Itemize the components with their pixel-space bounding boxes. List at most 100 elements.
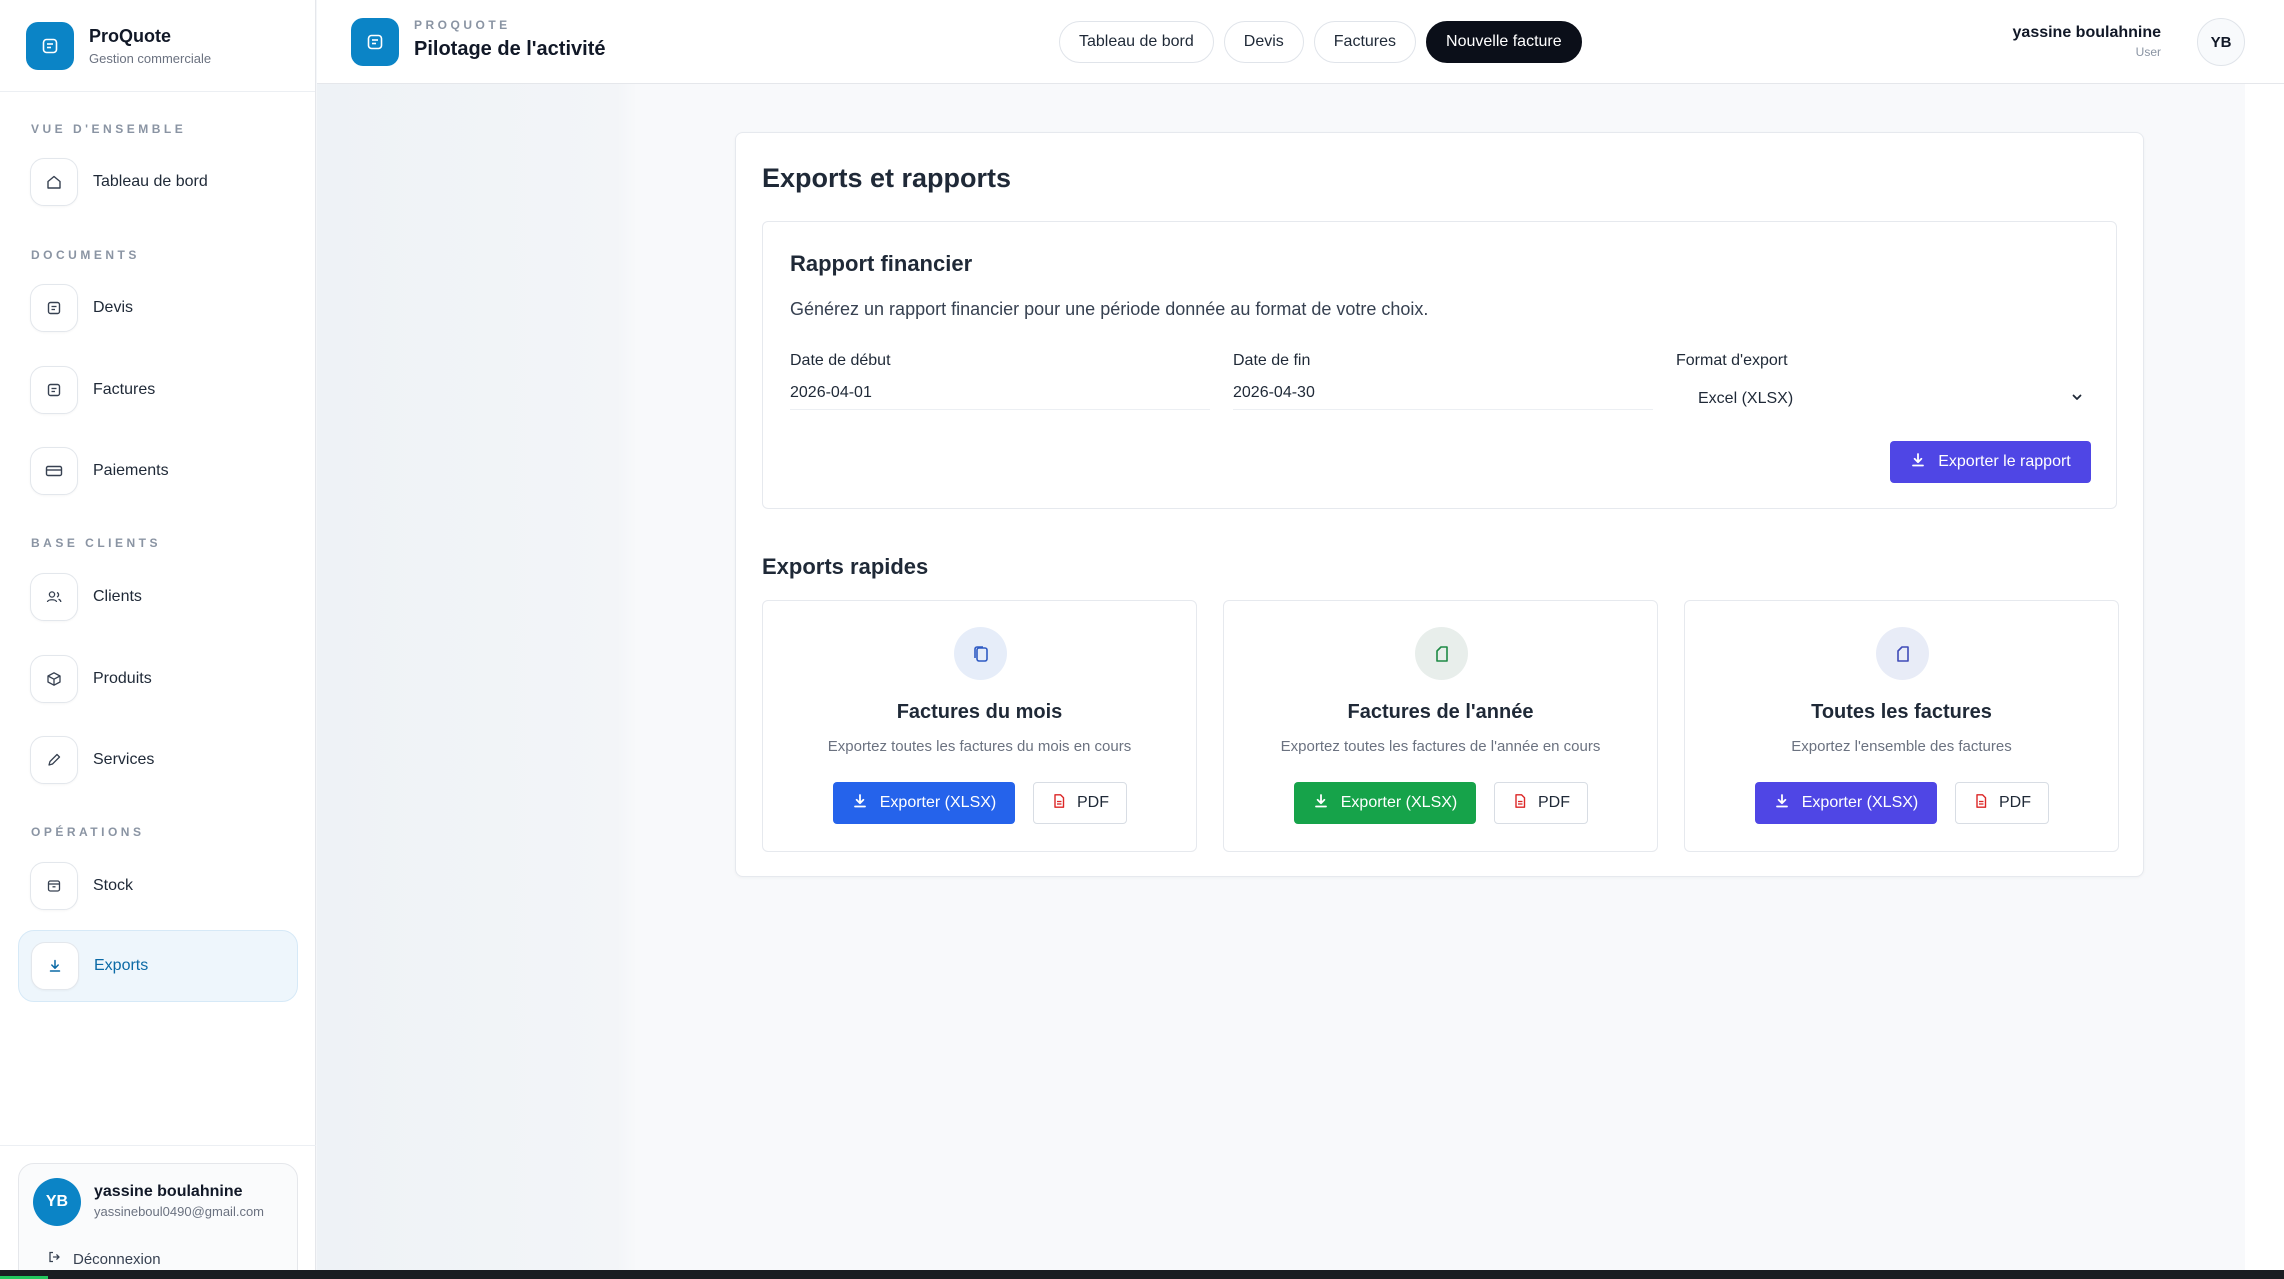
logout-label: Déconnexion: [73, 1250, 161, 1268]
sidebar-item-label: Clients: [93, 588, 142, 605]
quick-export-card-month: Factures du mois Exportez toutes les fac…: [762, 600, 1197, 852]
format-select[interactable]: Excel (XLSX): [1681, 380, 2101, 418]
user-card: YB yassine boulahnine yassineboul0490@gm…: [18, 1163, 298, 1279]
export-xlsx-button[interactable]: Exporter (XLSX): [1294, 782, 1476, 824]
quick-export-card-year: Factures de l'année Exportez toutes les …: [1223, 600, 1658, 852]
header-user-role: User: [2135, 45, 2161, 59]
sidebar-item-exports[interactable]: Exports: [18, 930, 298, 1002]
export-pdf-button[interactable]: PDF: [1494, 782, 1588, 824]
sidebar: ProQuote Gestion commerciale VUE D'ENSEM…: [0, 0, 316, 1279]
card-title: Factures du mois: [896, 701, 1063, 723]
card-title: Toutes les factures: [1811, 701, 1992, 723]
taskbar: [0, 1270, 2284, 1279]
exports-panel: Exports et rapports Rapport financier Gé…: [735, 132, 2144, 877]
brand[interactable]: ProQuote Gestion commerciale: [0, 0, 315, 92]
home-icon: [30, 158, 78, 206]
export-pdf-button[interactable]: PDF: [1033, 782, 1127, 824]
files-icon: [954, 627, 1007, 680]
sidebar-item-devis[interactable]: Devis: [18, 272, 298, 344]
download-icon: [31, 942, 79, 990]
section-label-operations: OPÉRATIONS: [31, 825, 145, 839]
section-label-documents: DOCUMENTS: [31, 248, 140, 262]
chevron-down-icon: [2071, 390, 2083, 408]
avatar: YB: [33, 1178, 81, 1226]
sidebar-item-factures[interactable]: Factures: [18, 354, 298, 426]
credit-card-icon: [30, 447, 78, 495]
sidebar-item-dashboard[interactable]: Tableau de bord: [18, 146, 298, 218]
sidebar-item-clients[interactable]: Clients: [18, 561, 298, 633]
file-icon: [1415, 627, 1468, 680]
box-icon: [30, 655, 78, 703]
end-date-input[interactable]: [1233, 376, 1653, 410]
card-description: Exportez l'ensemble des factures: [1791, 738, 2012, 755]
user-name: yassine boulahnine: [94, 1183, 243, 1200]
end-date-label: Date de fin: [1233, 352, 1311, 369]
sidebar-item-label: Devis: [93, 299, 134, 316]
quick-export-card-all: Toutes les factures Exportez l'ensemble …: [1684, 600, 2119, 852]
brand-subtitle: Gestion commerciale: [89, 50, 212, 66]
document-icon: [30, 366, 78, 414]
start-date-label: Date de début: [790, 352, 891, 369]
pencil-icon: [30, 736, 78, 784]
format-label: Format d'export: [1676, 352, 1788, 369]
document-icon: [26, 21, 74, 70]
export-xlsx-label: Exporter (XLSX): [1801, 794, 1919, 811]
sidebar-item-stock[interactable]: Stock: [18, 850, 298, 922]
export-xlsx-button[interactable]: Exporter (XLSX): [1755, 782, 1937, 824]
top-header: PROQUOTE Pilotage de l'activité Tableau …: [317, 0, 2284, 84]
pdf-file-icon: [1512, 793, 1528, 814]
header-user-name: yassine boulahnine: [2012, 24, 2161, 41]
tab-dashboard[interactable]: Tableau de bord: [1059, 21, 1214, 63]
start-date-input[interactable]: [790, 376, 1210, 410]
page-title: Pilotage de l'activité: [414, 38, 606, 60]
header-tabs: Tableau de bord Devis Factures Nouvelle …: [1059, 21, 1582, 63]
sidebar-item-label: Exports: [94, 957, 149, 974]
report-description: Générez un rapport financier pour une pé…: [790, 299, 1429, 319]
divider: [0, 1145, 316, 1146]
quick-exports-title: Exports rapides: [762, 554, 929, 579]
logout-icon: [47, 1250, 61, 1268]
sidebar-item-label: Stock: [93, 877, 134, 894]
download-icon: [1313, 793, 1329, 814]
sidebar-item-label: Factures: [93, 381, 156, 398]
tab-factures[interactable]: Factures: [1313, 21, 1417, 63]
export-report-button[interactable]: Exporter le rapport: [1890, 441, 2091, 483]
sidebar-item-label: Produits: [93, 670, 152, 687]
card-title: Factures de l'année: [1347, 701, 1534, 723]
archive-icon: [30, 862, 78, 910]
file-icon: [1876, 627, 1929, 680]
financial-report-card: Rapport financier Générez un rapport fin…: [762, 221, 2117, 509]
panel-title: Exports et rapports: [762, 163, 1012, 193]
format-select-value: Excel (XLSX): [1698, 390, 1794, 407]
tab-devis[interactable]: Devis: [1223, 21, 1304, 63]
section-label-overview: VUE D'ENSEMBLE: [31, 122, 187, 136]
sidebar-item-label: Paiements: [93, 462, 169, 479]
export-xlsx-label: Exporter (XLSX): [879, 794, 997, 811]
pdf-file-icon: [1973, 793, 1989, 814]
card-description: Exportez toutes les factures du mois en …: [827, 738, 1132, 755]
avatar[interactable]: YB: [2197, 18, 2245, 66]
export-report-label: Exporter le rapport: [1938, 453, 2071, 470]
pdf-file-icon: [1051, 793, 1067, 814]
document-icon: [351, 18, 399, 66]
users-icon: [30, 573, 78, 621]
section-label-clients: BASE CLIENTS: [31, 536, 162, 550]
header-user: yassine boulahnine User: [2013, 24, 2161, 59]
document-icon: [30, 284, 78, 332]
header-eyebrow: PROQUOTE: [414, 18, 511, 32]
sidebar-item-services[interactable]: Services: [18, 724, 298, 796]
right-gutter: [2245, 84, 2284, 1270]
export-pdf-button[interactable]: PDF: [1955, 782, 2049, 824]
sidebar-item-paiements[interactable]: Paiements: [18, 435, 298, 507]
export-pdf-label: PDF: [1077, 794, 1109, 811]
sidebar-item-produits[interactable]: Produits: [18, 643, 298, 715]
download-icon: [1774, 793, 1790, 814]
card-description: Exportez toutes les factures de l'année …: [1280, 738, 1601, 755]
report-title: Rapport financier: [790, 251, 973, 276]
user-email: yassineboul0490@gmail.com: [94, 1204, 265, 1219]
export-xlsx-button[interactable]: Exporter (XLSX): [833, 782, 1015, 824]
new-invoice-button[interactable]: Nouvelle facture: [1426, 21, 1582, 63]
export-pdf-label: PDF: [1999, 794, 2031, 811]
logout-button[interactable]: Déconnexion: [47, 1250, 161, 1268]
brand-name: ProQuote: [89, 25, 172, 46]
